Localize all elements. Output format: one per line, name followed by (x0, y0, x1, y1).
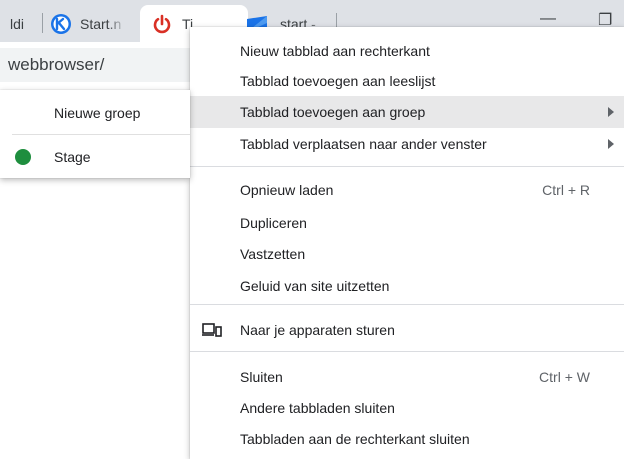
menu-item-label: Tabblad toevoegen aan groep (240, 104, 426, 120)
tab-title: Start.n (80, 15, 122, 32)
menu-separator (190, 304, 624, 305)
tab-context-menu: Nieuw tabblad aan rechterkant Tabblad to… (190, 27, 624, 459)
menu-item-label: Nieuw tabblad aan rechterkant (240, 43, 430, 59)
menu-item-label: Naar je apparaten sturen (240, 322, 395, 338)
menu-item-add-reading-list[interactable]: Tabblad toevoegen aan leeslijst (190, 65, 624, 97)
menu-item-label: Tabblad verplaatsen naar ander venster (240, 136, 487, 152)
minimize-button[interactable]: — (540, 10, 556, 28)
menu-item-label: Tabbladen aan de rechterkant sluiten (240, 431, 470, 447)
menu-item-label: Vastzetten (240, 246, 306, 262)
submenu-separator (12, 134, 190, 135)
power-icon (153, 14, 171, 33)
menu-item-reload[interactable]: Opnieuw laden Ctrl + R (190, 174, 624, 206)
menu-item-label: Tabblad toevoegen aan leeslijst (240, 73, 436, 89)
tab[interactable]: ldi (0, 5, 48, 42)
menu-separator (190, 166, 624, 167)
menu-item-send-to-devices[interactable]: Naar je apparaten sturen (190, 314, 624, 346)
new-group-label: Nieuwe groep (54, 105, 141, 121)
menu-item-pin[interactable]: Vastzetten (190, 238, 624, 270)
group-item-stage[interactable]: Stage (0, 140, 190, 174)
tab-title: ldi (10, 15, 25, 32)
submenu-arrow-icon (608, 107, 614, 117)
menu-item-move-to-window[interactable]: Tabblad verplaatsen naar ander venster (190, 128, 624, 160)
menu-item-new-tab-right[interactable]: Nieuw tabblad aan rechterkant (190, 35, 624, 67)
group-color-dot (15, 149, 31, 165)
group-submenu: Nieuwe groep Stage (0, 90, 190, 178)
address-text: webbrowser/ (8, 55, 105, 74)
menu-item-shortcut: Ctrl + W (539, 369, 590, 385)
menu-item-close[interactable]: Sluiten Ctrl + W (190, 361, 624, 393)
menu-item-label: Sluiten (240, 369, 283, 385)
menu-item-duplicate[interactable]: Dupliceren (190, 207, 624, 239)
menu-item-add-to-group[interactable]: Tabblad toevoegen aan groep (190, 96, 624, 128)
menu-item-label: Dupliceren (240, 215, 307, 231)
group-item-label: Stage (54, 149, 91, 165)
new-group-item[interactable]: Nieuwe groep (0, 96, 190, 130)
menu-item-close-right[interactable]: Tabbladen aan de rechterkant sluiten (190, 423, 624, 455)
menu-separator (190, 351, 624, 352)
tab-separator (42, 13, 43, 33)
menu-item-shortcut: Ctrl + R (542, 182, 590, 198)
menu-item-label: Geluid van site uitzetten (240, 278, 390, 294)
k-logo-icon (51, 13, 71, 34)
tab[interactable]: Start.n (50, 5, 140, 42)
menu-item-label: Opnieuw laden (240, 182, 334, 198)
menu-item-close-others[interactable]: Andere tabbladen sluiten (190, 392, 624, 424)
menu-item-mute-site[interactable]: Geluid van site uitzetten (190, 270, 624, 302)
menu-item-label: Andere tabbladen sluiten (240, 400, 395, 416)
submenu-arrow-icon (608, 139, 614, 149)
devices-icon (202, 323, 222, 337)
